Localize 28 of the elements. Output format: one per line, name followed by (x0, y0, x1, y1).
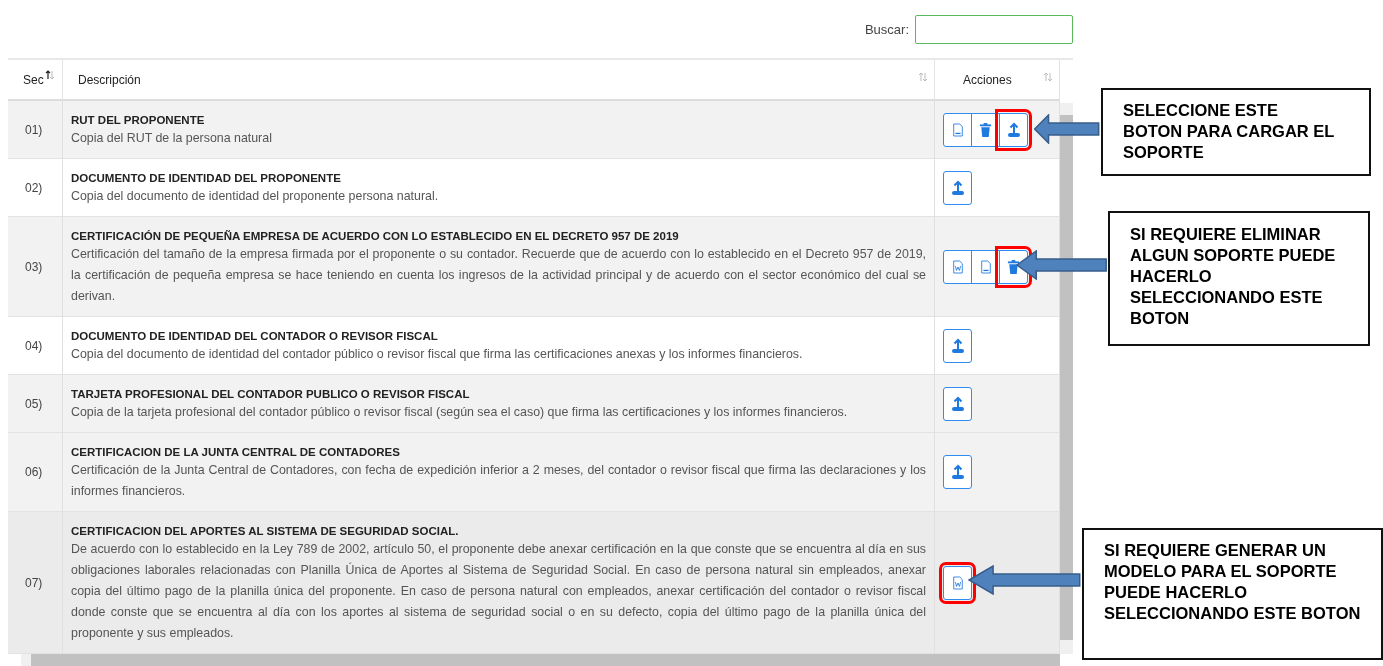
row-number: 02) (25, 180, 43, 195)
row-number: 05) (25, 396, 43, 411)
search-label: Buscar: (864, 21, 909, 37)
document-description: De acuerdo con lo establecido en la Ley 789 de 2002, artículo 50, el proponente debe anexar certificación en la que conste que se encuentra al día en sus obligaciones laborales relacionadas con Planilla Única de Aportes al Sistema de Seguridad Social. En caso de persona natural sin empleados, anexar copia del último pago de la planilla única del proponente. En caso de persona natural con empleados, anexar certificación del contador o revisor fiscal donde conste que se encuentra al día con los aportes al sistema de seguridad social o en su defecto, copia del último pago de la planilla única del proponente y sus empleados. (71, 541, 926, 642)
column-header[interactable]: Sec (23, 72, 44, 87)
row-number: 04) (25, 338, 43, 353)
document-title: CERTIFICACION DEL APORTES AL SISTEMA DE SEGURIDAD SOCIAL. (71, 524, 460, 539)
document-title: CERTIFICACION DE LA JUNTA CENTRAL DE CONTADORES (71, 445, 401, 460)
document-description: Copia del RUT de la persona natural (71, 130, 273, 147)
document-title: CERTIFICACIÓN DE PEQUEÑA EMPRESA DE ACUERDO CON LO ESTABLECIDO EN EL DECRETO 957 DE 2019 (71, 229, 680, 244)
document-title: TARJETA PROFESIONAL DEL CONTADOR PUBLICO O REVISOR FISCAL (71, 387, 471, 402)
document-title: RUT DEL PROPONENTE (71, 113, 206, 128)
column-header[interactable]: Acciones (963, 72, 1012, 87)
document-description: Certificación de la Junta Central de Contadores, con fecha de expedición inferior a 2 meses, del contador o revisor fiscal que firma las declaraciones y los informes financieros. (71, 462, 926, 500)
callout-note: SI REQUIERE GENERAR UN MODELO PARA EL SOPORTE PUEDE HACERLO SELECCIONANDO ESTE BOTON (1082, 528, 1383, 660)
document-description: Certificación del tamaño de la empresa firmada por el proponente o su contador. Recuerde que de acuerdo con lo establecido en el Decreto 957 de 2019, la certificación de pequeña empresa se hace teniendo en cuenta los ingresos de la actividad principal y de acuerdo con el sector económico del cual se derivan. (71, 246, 926, 305)
callout-note: SI REQUIERE ELIMINAR ALGUN SOPORTE PUEDE HACERLO SELECCIONANDO ESTE BOTON (1108, 211, 1370, 346)
document-description: Copia de la tarjeta profesional del contador público o revisor fiscal (según sea el caso) que firma las certificaciones y los informes financieros. (71, 404, 849, 421)
row-number: 07) (25, 575, 43, 590)
document-description: Copia del documento de identidad del proponente persona natural. (71, 188, 440, 205)
row-number: 03) (25, 259, 43, 274)
callout-note: SELECCIONE ESTE BOTON PARA CARGAR EL SOPORTE (1101, 88, 1371, 176)
document-description: Copia del documento de identidad del contador público o revisor fiscal que firma las certificaciones anexas y los informes financieros. (71, 346, 804, 363)
column-header[interactable]: Descripción (78, 72, 141, 87)
document-title: DOCUMENTO DE IDENTIDAD DEL PROPONENTE (71, 171, 342, 186)
document-title: DOCUMENTO DE IDENTIDAD DEL CONTADOR O REVISOR FISCAL (71, 329, 439, 344)
row-number: 01) (25, 122, 43, 137)
row-number: 06) (25, 465, 43, 479)
